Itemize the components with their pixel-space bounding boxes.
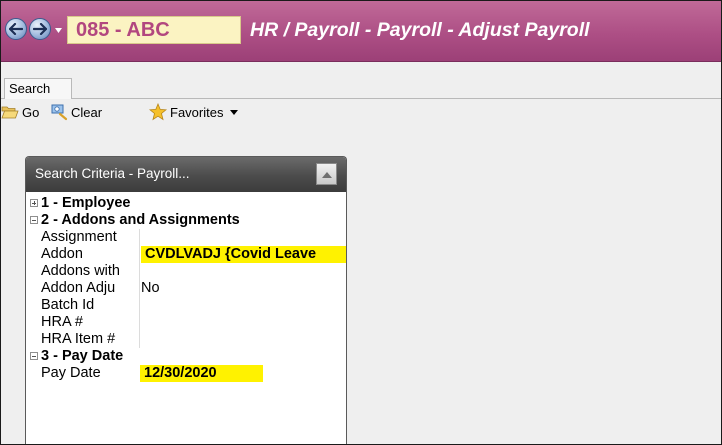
addons-with-field[interactable]: [139, 263, 346, 280]
tab-search[interactable]: Search: [4, 78, 72, 99]
group-addons-assignments[interactable]: 2 - Addons and Assignments: [26, 212, 346, 229]
folder-open-icon: [1, 103, 19, 121]
clear-button[interactable]: Clear: [50, 100, 102, 124]
history-dropdown-button[interactable]: [53, 22, 63, 36]
star-icon: [149, 103, 167, 121]
field-label: Batch Id: [41, 297, 95, 313]
search-toolbar: Go Clear Favorites: [1, 100, 721, 124]
favorites-label: Favorites: [170, 104, 224, 120]
content-area: Search Go Clear Favorites Search Criteri…: [1, 62, 721, 444]
group-label: 2 - Addons and Assignments: [41, 212, 240, 228]
field-label: HRA Item #: [41, 331, 116, 347]
search-criteria-panel: Search Criteria - Payroll... 1 - Employe…: [25, 156, 347, 444]
forward-button[interactable]: [29, 18, 51, 40]
group-label: 3 - Pay Date: [41, 348, 124, 364]
chevron-down-icon: [54, 20, 62, 38]
criteria-row-hra-item-number[interactable]: HRA Item #: [26, 331, 346, 348]
assignment-field[interactable]: [139, 229, 346, 246]
expand-icon[interactable]: [30, 199, 38, 207]
batch-id-field[interactable]: [139, 297, 346, 314]
criteria-row-addon-adjustment[interactable]: Addon Adju No: [26, 280, 346, 297]
page-title: HR / Payroll - Payroll - Adjust Payroll: [250, 19, 590, 41]
clear-label: Clear: [71, 104, 103, 120]
pay-date-value: 12/30/2020: [140, 365, 263, 382]
addon-value: CVDLVADJ {Covid Leave: [141, 246, 346, 263]
back-arrow-icon: [9, 23, 23, 35]
go-label: Go: [22, 104, 40, 120]
forward-arrow-icon: [33, 23, 47, 35]
go-button[interactable]: Go: [1, 100, 39, 124]
collapse-icon[interactable]: [30, 352, 38, 360]
group-label: 1 - Employee: [41, 195, 131, 211]
addon-adjustment-field[interactable]: No: [139, 280, 346, 297]
hra-item-number-field[interactable]: [139, 331, 346, 348]
field-label: Pay Date: [41, 365, 101, 381]
panel-header: Search Criteria - Payroll...: [26, 157, 346, 192]
chevron-down-icon: [230, 109, 239, 115]
field-label: Addon Adju: [41, 280, 116, 296]
clear-search-icon: [50, 103, 68, 121]
criteria-list: 1 - Employee 2 - Addons and Assignments …: [26, 195, 346, 382]
criteria-row-batch-id[interactable]: Batch Id: [26, 297, 346, 314]
criteria-row-assignment[interactable]: Assignment: [26, 229, 346, 246]
company-code[interactable]: 085 - ABC: [67, 16, 241, 44]
criteria-row-hra-number[interactable]: HRA #: [26, 314, 346, 331]
collapse-panel-button[interactable]: [316, 163, 337, 185]
addon-field[interactable]: CVDLVADJ {Covid Leave: [139, 246, 346, 263]
title-bar: 085 - ABC HR / Payroll - Payroll - Adjus…: [1, 1, 721, 62]
field-label: Assignment: [41, 229, 117, 245]
criteria-row-pay-date[interactable]: Pay Date 12/30/2020: [26, 365, 346, 382]
hra-number-field[interactable]: [139, 314, 346, 331]
group-pay-date[interactable]: 3 - Pay Date: [26, 348, 346, 365]
panel-title: Search Criteria - Payroll...: [35, 166, 190, 181]
collapse-icon[interactable]: [30, 216, 38, 224]
chevron-up-icon: [321, 165, 332, 183]
field-label: Addon: [41, 246, 83, 262]
tab-strip: Search: [1, 74, 721, 99]
field-label: Addons with: [41, 263, 120, 279]
back-button[interactable]: [5, 18, 27, 40]
pay-date-field[interactable]: 12/30/2020: [139, 365, 346, 382]
criteria-row-addon[interactable]: Addon CVDLVADJ {Covid Leave: [26, 246, 346, 263]
field-label: HRA #: [41, 314, 83, 330]
criteria-row-addons-with[interactable]: Addons with: [26, 263, 346, 280]
group-employee[interactable]: 1 - Employee: [26, 195, 346, 212]
app-window: 085 - ABC HR / Payroll - Payroll - Adjus…: [0, 0, 722, 445]
favorites-button[interactable]: Favorites: [149, 100, 239, 124]
